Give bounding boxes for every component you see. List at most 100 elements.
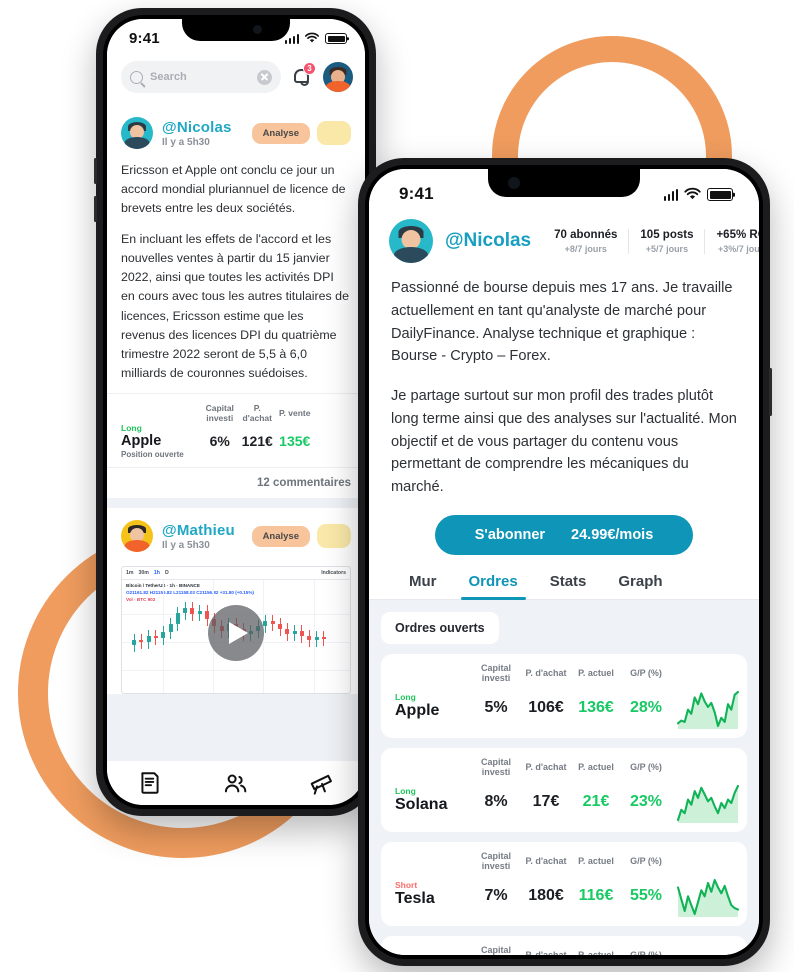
order-row[interactable]: Capital investi P. d'achat P. actuel G/P (%… xyxy=(381,653,747,738)
order-gain-percent: 28% xyxy=(629,698,663,716)
order-buy-price: 180€ xyxy=(528,886,564,904)
post-header: @Nicolas Il y a 5h30 Analyse xyxy=(107,105,365,153)
order-asset-name: Tesla xyxy=(395,890,435,908)
order-rows-container: Capital investi P. d'achat P. actuel G/P (%… xyxy=(381,653,747,955)
order-position-type: Long xyxy=(395,786,416,797)
post-video-chart[interactable]: 1m 30m 1h D Indicators Bitcoin / TetherU… xyxy=(121,566,351,695)
post-tag-analyse[interactable]: Analyse xyxy=(251,525,310,547)
phone-notch xyxy=(182,19,290,41)
profile-handle[interactable]: @Nicolas xyxy=(445,230,531,252)
order-buy-price: 106€ xyxy=(528,698,564,716)
candlestick xyxy=(183,567,188,693)
orders-list[interactable]: Ordres ouverts Capital investi P. d'achat… xyxy=(369,599,759,955)
discover-icon[interactable] xyxy=(308,770,335,797)
community-icon[interactable] xyxy=(222,770,249,797)
journal-icon[interactable] xyxy=(137,770,163,796)
order-header: G/P (%) xyxy=(630,761,662,772)
subscribe-price: 24.99€/mois xyxy=(571,526,654,543)
front-camera-icon xyxy=(508,177,520,189)
candlestick xyxy=(197,567,202,693)
profile-bio: Passionné de bourse depuis mes 17 ans. J… xyxy=(369,275,759,499)
candlestick xyxy=(168,567,173,693)
post-timestamp: Il y a 5h30 xyxy=(162,136,210,148)
post-card[interactable]: @Nicolas Il y a 5h30 Analyse Ericsson et… xyxy=(107,105,365,499)
order-position-type: Long xyxy=(121,423,142,434)
order-asset: Long Apple Position ouverte xyxy=(121,423,201,459)
phone-volume-down-button[interactable] xyxy=(94,196,97,222)
avatar[interactable] xyxy=(323,62,353,92)
post-tag-secondary[interactable] xyxy=(317,524,351,549)
post-order-summary: Capital investi P. d'achat P. vente Long… xyxy=(107,393,365,467)
stat-roi: +65% ROI +3%/7 jours xyxy=(704,228,759,254)
order-header: Capital investi xyxy=(480,944,511,955)
avatar[interactable] xyxy=(389,219,433,263)
post-author[interactable]: @Mathieu xyxy=(162,522,235,539)
cellular-signal-icon xyxy=(284,34,299,44)
order-header: P. d'achat xyxy=(525,667,567,678)
post-author[interactable]: @Nicolas xyxy=(162,119,232,136)
candlestick xyxy=(139,567,144,693)
post-tag-analyse[interactable]: Analyse xyxy=(251,122,310,144)
order-value: 121€ xyxy=(241,433,273,450)
order-header: P. d'achat xyxy=(525,949,567,955)
order-header: P. vente xyxy=(278,408,311,419)
tab-mur[interactable]: Mur xyxy=(393,573,453,599)
play-button-icon[interactable] xyxy=(208,604,264,661)
stat-delta: +5/7 jours xyxy=(645,243,689,254)
status-time: 9:41 xyxy=(399,184,434,203)
candlestick xyxy=(190,567,195,693)
order-header: G/P (%) xyxy=(630,855,662,866)
order-current-price: 136€ xyxy=(578,698,614,716)
bottom-tab-bar[interactable] xyxy=(107,761,365,805)
tab-stats[interactable]: Stats xyxy=(534,573,603,599)
phone-notch xyxy=(488,169,640,197)
candlestick xyxy=(161,567,166,693)
order-header: Capital investi xyxy=(480,850,511,871)
candlestick xyxy=(263,567,268,693)
subscribe-label: S'abonner xyxy=(474,526,546,543)
filter-chip-open-orders[interactable]: Ordres ouverts xyxy=(381,611,499,644)
order-header: P. actuel xyxy=(578,949,614,955)
status-icons xyxy=(663,187,733,201)
bio-paragraph: Passionné de bourse depuis mes 17 ans. J… xyxy=(391,280,733,365)
avatar[interactable] xyxy=(121,520,153,553)
order-header: P. d'achat xyxy=(525,761,567,772)
order-header: P. d'achat xyxy=(525,855,567,866)
status-icons xyxy=(284,32,347,44)
feed-top-bar: Search 3 xyxy=(107,53,365,105)
order-row[interactable]: Capital investi P. d'achat P. actuel G/P (%… xyxy=(381,935,747,955)
battery-icon xyxy=(707,188,733,201)
order-capital: 8% xyxy=(484,792,508,810)
phone-power-button[interactable] xyxy=(769,368,772,416)
tab-graph[interactable]: Graph xyxy=(602,573,678,599)
order-header: Capital investi xyxy=(205,403,234,424)
cellular-signal-icon xyxy=(663,188,678,201)
candlestick xyxy=(270,567,275,693)
clear-search-icon[interactable] xyxy=(257,69,272,85)
order-sparkline-chart xyxy=(676,690,740,729)
order-row[interactable]: Capital investi P. d'achat P. actuel G/P (%… xyxy=(381,841,747,926)
order-row[interactable]: Capital investi P. d'achat P. actuel G/P (%… xyxy=(381,747,747,832)
order-header: G/P (%) xyxy=(630,667,662,678)
candlestick xyxy=(153,567,158,693)
order-sparkline-chart xyxy=(676,784,740,823)
post-comment-count[interactable]: 12 commentaires xyxy=(107,467,365,498)
candlestick xyxy=(292,567,297,693)
avatar[interactable] xyxy=(121,117,153,149)
post-feed[interactable]: @Nicolas Il y a 5h30 Analyse Ericsson et… xyxy=(107,105,365,761)
phone-volume-up-button[interactable] xyxy=(94,158,97,184)
order-position-type: Short xyxy=(395,880,418,891)
order-header: G/P (%) xyxy=(630,949,662,955)
status-time: 9:41 xyxy=(129,29,160,47)
post-tag-secondary[interactable] xyxy=(317,121,351,145)
order-asset-name: Solana xyxy=(395,796,448,814)
order-header: P. d'achat xyxy=(242,403,272,424)
subscribe-button[interactable]: S'abonner 24.99€/mois xyxy=(435,514,693,555)
order-gain-percent: 23% xyxy=(629,792,663,810)
post-card[interactable]: @Mathieu Il y a 5h30 Analyse 1m 30m 1h D… xyxy=(107,508,365,695)
profile-tabs[interactable]: Mur Ordres Stats Graph xyxy=(369,554,759,600)
notifications-button[interactable]: 3 xyxy=(291,62,316,89)
notification-badge: 3 xyxy=(303,62,316,75)
search-input[interactable]: Search xyxy=(121,61,281,93)
tab-ordres[interactable]: Ordres xyxy=(453,573,534,600)
